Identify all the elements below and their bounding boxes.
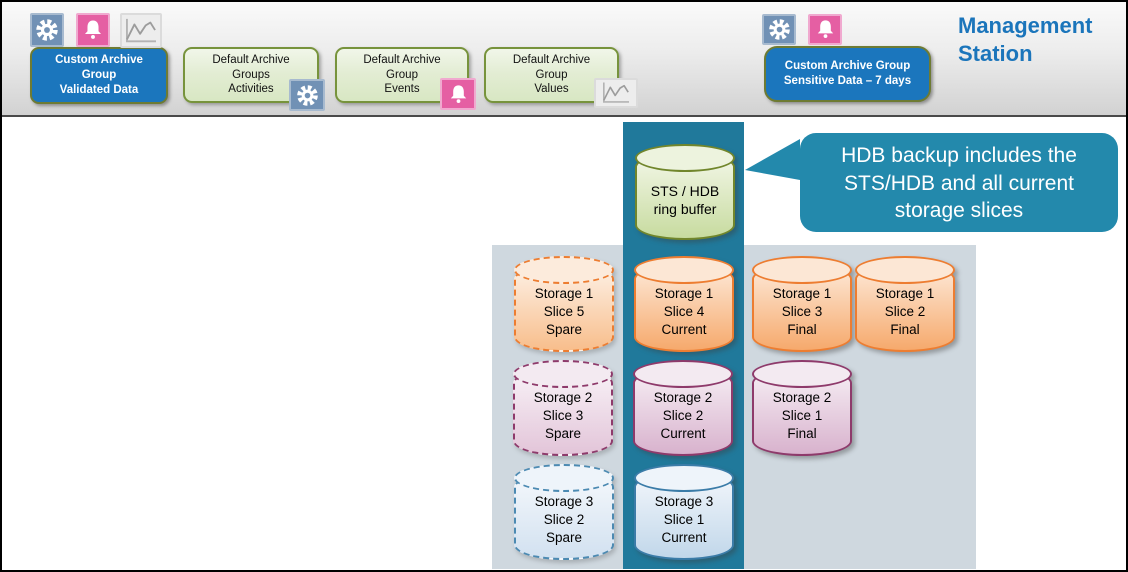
cylinder-label: Storage 1 Slice 3 Final	[744, 285, 860, 338]
cylinder-top	[752, 256, 852, 284]
cylinder-storage3-slice1-current: Storage 3 Slice 1 Current	[634, 464, 734, 560]
bell-icon[interactable]	[76, 13, 110, 47]
bell-icon[interactable]	[808, 14, 842, 45]
chart-icon[interactable]	[120, 13, 162, 48]
cylinder-label: Storage 2 Slice 1 Final	[744, 389, 860, 442]
chart-icon[interactable]	[594, 78, 638, 108]
gear-icon	[767, 17, 792, 42]
gear-icon	[34, 17, 60, 43]
cylinder-top	[634, 256, 734, 284]
page-title: Management Station	[958, 12, 1092, 68]
custom-archive-group-sensitive-data-button[interactable]: Custom Archive Group Sensitive Data – 7 …	[764, 46, 931, 102]
chart-icon	[122, 16, 160, 46]
hdb-backup-callout: HDB backup includes the STS/HDB and all …	[800, 133, 1118, 232]
cylinder-label: Storage 3 Slice 2 Spare	[506, 493, 622, 546]
chart-icon	[597, 80, 635, 106]
cylinder-storage2-slice2-current: Storage 2 Slice 2 Current	[633, 360, 733, 456]
gear-icon	[295, 83, 320, 108]
cylinder-label: Storage 2 Slice 2 Current	[625, 389, 741, 442]
callout-tail	[737, 132, 807, 192]
gear-icon[interactable]	[289, 79, 325, 111]
cylinder-label: Storage 3 Slice 1 Current	[626, 493, 742, 546]
cylinder-top	[514, 256, 614, 284]
cylinder-storage1-slice2-final: Storage 1 Slice 2 Final	[855, 256, 955, 352]
cylinder-storage3-slice2-spare: Storage 3 Slice 2 Spare	[514, 464, 614, 560]
cylinder-top	[752, 360, 852, 388]
bell-icon	[813, 17, 838, 42]
cylinder-top	[855, 256, 955, 284]
cylinder-sts-hdb-ring-buffer: STS / HDB ring buffer	[635, 144, 735, 240]
bell-icon	[80, 17, 106, 43]
cylinder-storage1-slice3-final: Storage 1 Slice 3 Final	[752, 256, 852, 352]
cylinder-storage1-slice5-spare: Storage 1 Slice 5 Spare	[514, 256, 614, 352]
cylinder-storage1-slice4-current: Storage 1 Slice 4 Current	[634, 256, 734, 352]
cylinder-top	[634, 464, 734, 492]
cylinder-label: Storage 2 Slice 3 Spare	[505, 389, 621, 442]
gear-icon[interactable]	[30, 13, 64, 47]
cylinder-storage2-slice3-spare: Storage 2 Slice 3 Spare	[513, 360, 613, 456]
cylinder-label: Storage 1 Slice 2 Final	[847, 285, 963, 338]
cylinder-label: Storage 1 Slice 4 Current	[626, 285, 742, 338]
gear-icon[interactable]	[762, 14, 796, 45]
cylinder-top	[635, 144, 735, 172]
archive-group-toolbar: Custom Archive Group Validated Data Defa…	[2, 2, 1126, 117]
bell-icon[interactable]	[440, 78, 476, 110]
cylinder-label: STS / HDB ring buffer	[627, 182, 743, 219]
cylinder-top	[514, 464, 614, 492]
cylinder-storage2-slice1-final: Storage 2 Slice 1 Final	[752, 360, 852, 456]
custom-archive-group-validated-data-button[interactable]: Custom Archive Group Validated Data	[30, 47, 168, 104]
cylinder-top	[633, 360, 733, 388]
bell-icon	[446, 82, 471, 107]
cylinder-top	[513, 360, 613, 388]
cylinder-label: Storage 1 Slice 5 Spare	[506, 285, 622, 338]
management-station-diagram: Custom Archive Group Validated Data Defa…	[0, 0, 1128, 572]
